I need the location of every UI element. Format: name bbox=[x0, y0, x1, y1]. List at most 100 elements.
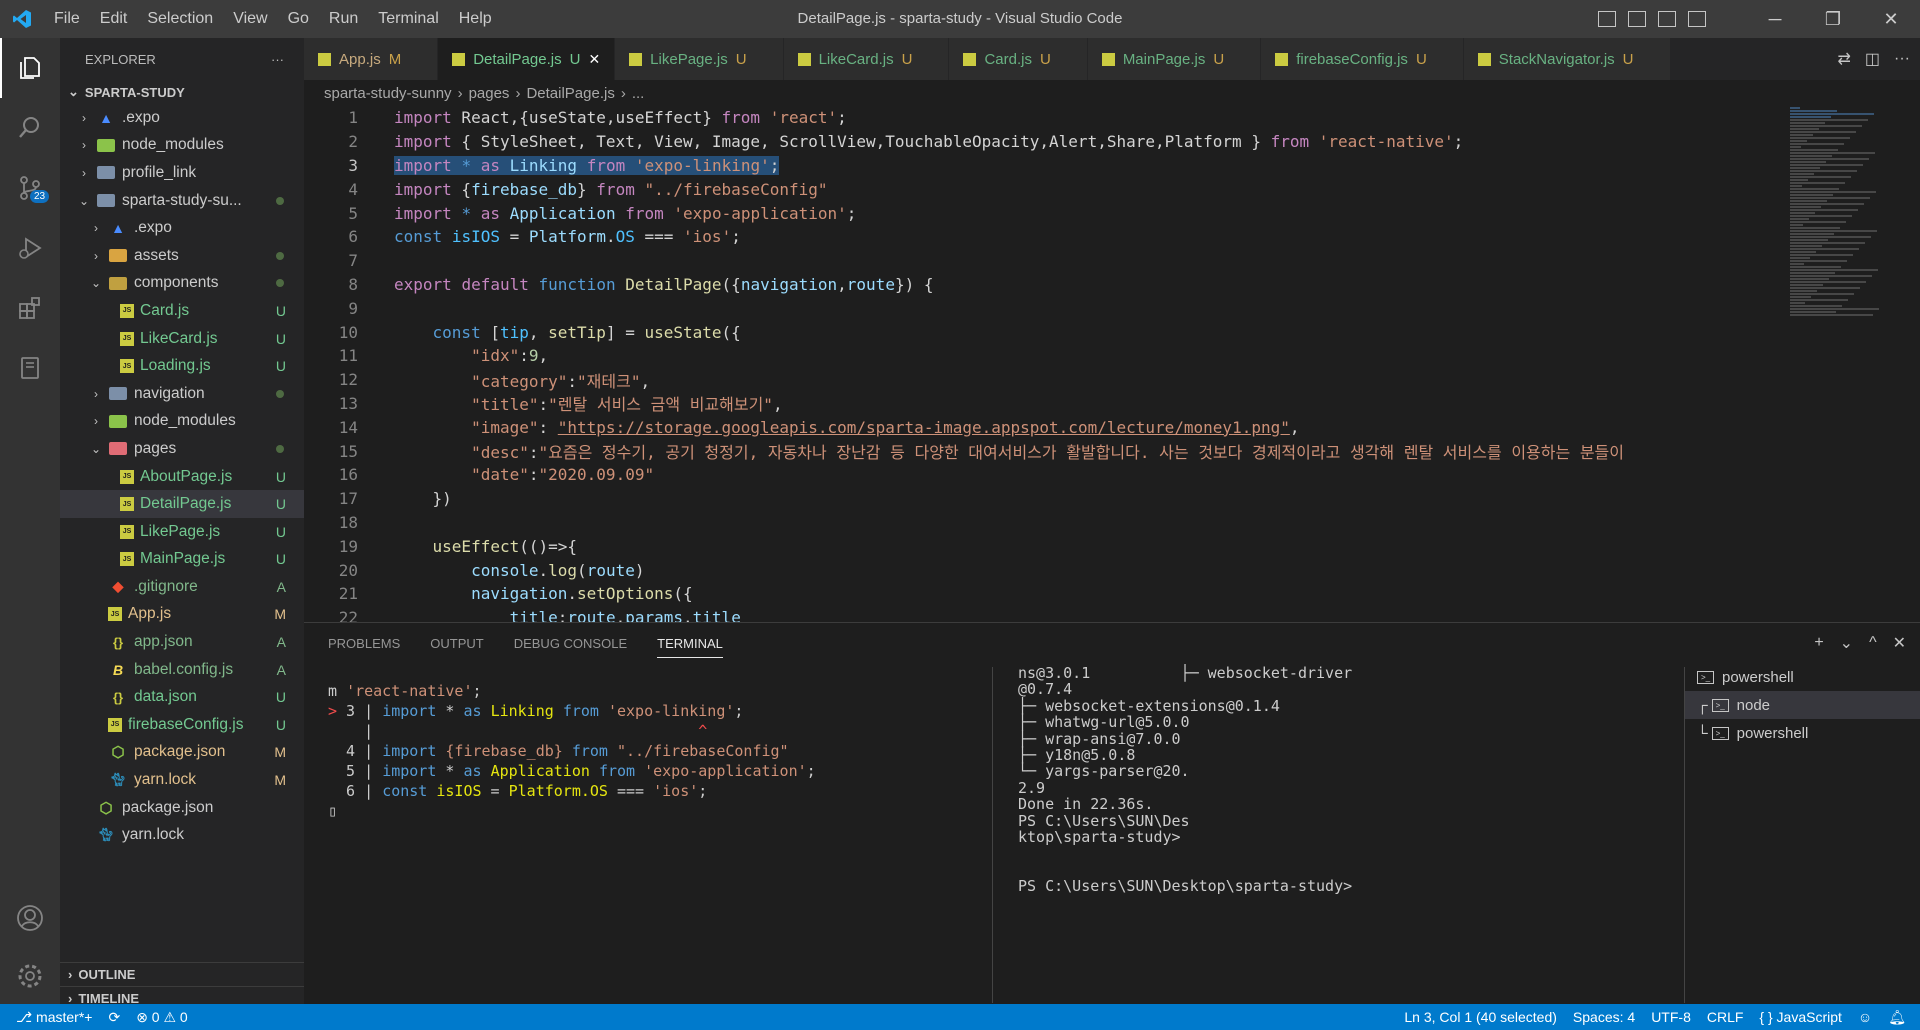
sync-icon[interactable]: ⟳ bbox=[100, 1009, 128, 1026]
accounts-icon[interactable] bbox=[0, 888, 60, 948]
tree-item[interactable]: 🐈︎ yarn.lock M bbox=[60, 766, 304, 794]
feedback-icon[interactable]: ☺ bbox=[1850, 1009, 1880, 1025]
tab-card[interactable]: Card.js U bbox=[949, 38, 1088, 80]
panel-tab-debug-console[interactable]: DEBUG CONSOLE bbox=[514, 636, 627, 651]
tab-likecard[interactable]: LikeCard.js U bbox=[783, 38, 950, 80]
tab-detailpage[interactable]: DetailPage.js U ✕ bbox=[438, 38, 616, 80]
tab-firebaseconfig[interactable]: firebaseConfig.js U bbox=[1261, 38, 1464, 80]
tree-item[interactable]: › profile_link bbox=[60, 159, 304, 187]
tree-item[interactable]: ⬡ package.json M bbox=[60, 739, 304, 767]
explorer-icon[interactable] bbox=[0, 38, 60, 98]
minimize-button[interactable]: ─ bbox=[1746, 0, 1804, 38]
tree-item[interactable]: ⌄ sparta-study-su... bbox=[60, 187, 304, 215]
end-of-line[interactable]: CRLF bbox=[1699, 1009, 1752, 1025]
language-mode[interactable]: { } JavaScript bbox=[1751, 1009, 1850, 1025]
notifications-bell-icon[interactable]: 🔔︎ bbox=[1880, 1009, 1914, 1026]
breadcrumb-item[interactable]: DetailPage.js bbox=[526, 85, 614, 102]
toggle-secondary-sidebar-icon[interactable] bbox=[1658, 11, 1676, 27]
code-line[interactable]: 7 bbox=[304, 249, 1784, 273]
close-tab-icon[interactable]: ✕ bbox=[588, 51, 600, 68]
menu-item-go[interactable]: Go bbox=[278, 10, 319, 28]
code-line[interactable]: 4 import {firebase_db} from "../firebaseC… bbox=[304, 177, 1784, 201]
tree-item[interactable]: JS Loading.js U bbox=[60, 352, 304, 380]
menu-item-edit[interactable]: Edit bbox=[90, 10, 138, 28]
breadcrumb-item[interactable]: ... bbox=[632, 85, 645, 102]
split-editor-icon[interactable]: ◫ bbox=[1865, 49, 1880, 69]
customize-layout-icon[interactable] bbox=[1688, 11, 1706, 27]
code-line[interactable]: 6 const isIOS = Platform.OS === 'ios'; bbox=[304, 225, 1784, 249]
tree-item[interactable]: Bbabel.config.js A bbox=[60, 656, 304, 684]
tree-item[interactable]: JS DetailPage.js U bbox=[60, 490, 304, 518]
outline-section[interactable]: › OUTLINE bbox=[60, 962, 304, 986]
code-line[interactable]: 1 import React,{useState,useEffect} from … bbox=[304, 106, 1784, 130]
tab-mainpage[interactable]: MainPage.js U bbox=[1087, 38, 1262, 80]
breadcrumb-item[interactable]: sparta-study-sunny bbox=[324, 85, 452, 102]
close-window-button[interactable]: ✕ bbox=[1862, 0, 1920, 38]
tree-item[interactable]: JS LikeCard.js U bbox=[60, 325, 304, 353]
code-line[interactable]: 2 import { StyleSheet, Text, View, Image,… bbox=[304, 130, 1784, 154]
menu-item-file[interactable]: File bbox=[44, 10, 90, 28]
menu-item-run[interactable]: Run bbox=[319, 10, 368, 28]
workspace-root[interactable]: ⌄ SPARTA-STUDY bbox=[60, 80, 304, 104]
tree-item[interactable]: JS AboutPage.js U bbox=[60, 463, 304, 491]
code-line[interactable]: 19 useEffect(()=>{ bbox=[304, 534, 1784, 558]
code-line[interactable]: 22 title:route.params.title bbox=[304, 606, 1784, 622]
remote-explorer-icon[interactable] bbox=[0, 338, 60, 398]
tree-item[interactable]: JS LikePage.js U bbox=[60, 518, 304, 546]
tree-item[interactable]: JS MainPage.js U bbox=[60, 546, 304, 574]
cursor-position[interactable]: Ln 3, Col 1 (40 selected) bbox=[1396, 1009, 1565, 1025]
code-line[interactable]: 18 bbox=[304, 511, 1784, 535]
code-line[interactable]: 11 "idx":9, bbox=[304, 344, 1784, 368]
manage-gear-icon[interactable] bbox=[0, 946, 60, 1006]
tree-item[interactable]: JS firebaseConfig.js U bbox=[60, 711, 304, 739]
open-changes-icon[interactable]: ⇄ bbox=[1837, 49, 1850, 69]
source-control-icon[interactable]: 23 bbox=[0, 158, 60, 218]
code-line[interactable]: 16 "date":"2020.09.09" bbox=[304, 463, 1784, 487]
search-icon[interactable] bbox=[0, 98, 60, 158]
toggle-sidebar-icon[interactable] bbox=[1598, 11, 1616, 27]
menu-item-view[interactable]: View bbox=[223, 10, 277, 28]
tree-item[interactable]: ⌄ components bbox=[60, 270, 304, 298]
menu-item-selection[interactable]: Selection bbox=[137, 10, 223, 28]
panel-tab-problems[interactable]: PROBLEMS bbox=[328, 636, 400, 651]
tree-item[interactable]: {} data.json U bbox=[60, 683, 304, 711]
code-line[interactable]: 21 navigation.setOptions({ bbox=[304, 582, 1784, 606]
minimap[interactable] bbox=[1784, 106, 1906, 622]
code-line[interactable]: 5 import * as Application from 'expo-appl… bbox=[304, 201, 1784, 225]
panel-tab-terminal[interactable]: TERMINAL bbox=[657, 636, 723, 658]
encoding[interactable]: UTF-8 bbox=[1643, 1009, 1699, 1025]
extensions-icon[interactable] bbox=[0, 278, 60, 338]
git-branch[interactable]: ⎇ master*+ bbox=[0, 1009, 100, 1026]
tree-item[interactable]: ◆ .gitignore A bbox=[60, 573, 304, 601]
terminal-split-divider[interactable] bbox=[992, 667, 993, 1003]
tree-item[interactable]: {} app.json A bbox=[60, 628, 304, 656]
menu-item-terminal[interactable]: Terminal bbox=[368, 10, 448, 28]
code-line[interactable]: 13 "title":"렌탈 서비스 금액 비교해보기", bbox=[304, 392, 1784, 416]
terminal-right[interactable]: ns@3.0.1 ├─ websocket-driver @0.7.4 ├─ web… bbox=[1018, 665, 1352, 895]
code-line[interactable]: 12 "category":"재테크", bbox=[304, 368, 1784, 392]
indentation[interactable]: Spaces: 4 bbox=[1565, 1009, 1643, 1025]
code-line[interactable]: 3 import * as Linking from 'expo-linking'… bbox=[304, 154, 1784, 178]
tree-item[interactable]: › ▲ .expo bbox=[60, 214, 304, 242]
tree-item[interactable]: ⬡ package.json bbox=[60, 794, 304, 822]
restore-button[interactable]: ❐ bbox=[1804, 0, 1862, 38]
code-line[interactable]: 20 console.log(route) bbox=[304, 558, 1784, 582]
tree-item[interactable]: › assets bbox=[60, 242, 304, 270]
terminal-instance-node[interactable]: ┌ >_ node bbox=[1685, 691, 1920, 719]
menu-item-help[interactable]: Help bbox=[449, 10, 502, 28]
problems-indicator[interactable]: ⊗ 0 ⚠ 0 bbox=[128, 1009, 196, 1026]
code-line[interactable]: 10 const [tip, setTip] = useState({ bbox=[304, 320, 1784, 344]
new-terminal-icon[interactable]: + bbox=[1814, 634, 1823, 652]
code-line[interactable]: 15 "desc":"요즘은 정수기, 공기 청정기, 자동차나 장난감 등 다… bbox=[304, 439, 1784, 463]
code-line[interactable]: 17 }) bbox=[304, 487, 1784, 511]
tab-likepage[interactable]: LikePage.js U bbox=[615, 38, 784, 80]
tree-item[interactable]: ⌄ pages bbox=[60, 435, 304, 463]
more-editor-actions-icon[interactable]: ··· bbox=[1894, 50, 1910, 68]
toggle-panel-icon[interactable] bbox=[1628, 11, 1646, 27]
tree-item[interactable]: JS App.js M bbox=[60, 601, 304, 629]
code-editor[interactable]: 1 import React,{useState,useEffect} from … bbox=[304, 106, 1784, 622]
tree-item[interactable]: › node_modules bbox=[60, 408, 304, 436]
tree-item[interactable]: 🐈︎ yarn.lock bbox=[60, 821, 304, 849]
tab-stacknavigator[interactable]: StackNavigator.js U bbox=[1463, 38, 1671, 80]
code-line[interactable]: 8 export default function DetailPage({nav… bbox=[304, 273, 1784, 297]
